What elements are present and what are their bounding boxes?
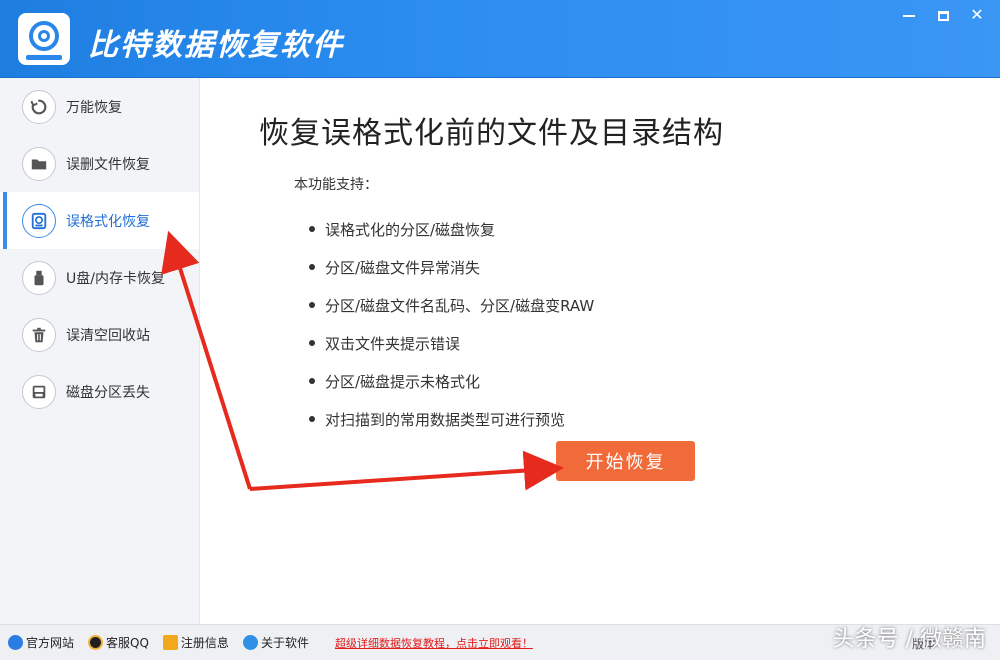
sidebar-item-universal-recovery[interactable]: 万能恢复 <box>0 78 199 135</box>
footer-link-label: 关于软件 <box>260 636 309 650</box>
info-globe-icon <box>242 635 258 650</box>
footer-link-label: 客服QQ <box>106 636 149 650</box>
watermark: 头条号 / 微赣南 <box>832 627 986 652</box>
sidebar-item-label: U盘/内存卡恢复 <box>66 270 165 287</box>
sidebar-item-usb-card[interactable]: U盘/内存卡恢复 <box>0 249 199 306</box>
sidebar-item-label: 万能恢复 <box>66 99 122 116</box>
sidebar-item-format-recovery[interactable]: 误格式化恢复 <box>0 192 199 249</box>
feature-list: 误格式化的分区/磁盘恢复 分区/磁盘文件异常消失 分区/磁盘文件名乱码、分区/磁… <box>309 210 594 438</box>
ie-globe-icon <box>8 635 23 650</box>
list-item: 双击文件夹提示错误 <box>309 324 594 362</box>
bullet-icon <box>309 378 315 384</box>
minimize-button[interactable] <box>894 4 924 26</box>
app-logo-icon <box>18 13 70 65</box>
feature-text: 误格式化的分区/磁盘恢复 <box>325 220 496 239</box>
format-disk-icon <box>22 203 56 238</box>
disk-partition-icon <box>22 374 56 409</box>
app-title: 比特数据恢复软件 <box>88 28 344 63</box>
sidebar-item-recycle-bin[interactable]: 误清空回收站 <box>0 306 199 363</box>
feature-text: 对扫描到的常用数据类型可进行预览 <box>325 410 566 429</box>
feature-text: 分区/磁盘文件异常消失 <box>325 258 481 277</box>
customer-qq-link[interactable]: 客服QQ <box>88 634 149 651</box>
pencil-icon <box>162 635 178 650</box>
sidebar-item-label: 误格式化恢复 <box>66 213 150 230</box>
tutorial-promo-link[interactable]: 超级详细数据恢复教程，点击立即观看！ <box>335 635 533 651</box>
main-panel: 恢复误格式化前的文件及目录结构 本功能支持： 误格式化的分区/磁盘恢复 分区/磁… <box>201 78 1000 624</box>
maximize-button[interactable] <box>928 4 958 26</box>
list-item: 分区/磁盘提示未格式化 <box>309 362 594 400</box>
support-title: 本功能支持： <box>294 177 378 193</box>
undo-circle-icon <box>22 89 56 124</box>
usb-drive-icon <box>22 260 56 295</box>
sidebar-item-partition-lost[interactable]: 磁盘分区丢失 <box>0 363 199 420</box>
trash-icon <box>22 317 56 352</box>
footer-link-label: 注册信息 <box>180 636 229 650</box>
about-software-link[interactable]: 关于软件 <box>242 634 309 651</box>
close-button[interactable]: ✕ <box>962 4 992 26</box>
bullet-icon <box>309 302 315 308</box>
list-item: 误格式化的分区/磁盘恢复 <box>309 210 594 248</box>
feature-text: 分区/磁盘提示未格式化 <box>325 372 481 391</box>
page-title: 恢复误格式化前的文件及目录结构 <box>259 116 724 151</box>
bullet-icon <box>309 340 315 346</box>
registration-info-link[interactable]: 注册信息 <box>162 634 229 651</box>
close-icon: ✕ <box>970 5 984 24</box>
sidebar-item-label: 误删文件恢复 <box>66 156 150 173</box>
list-item: 分区/磁盘文件名乱码、分区/磁盘变RAW <box>309 286 594 324</box>
feature-text: 双击文件夹提示错误 <box>325 334 461 353</box>
sidebar-item-deleted-files[interactable]: 误删文件恢复 <box>0 135 199 192</box>
bullet-icon <box>309 226 315 232</box>
maximize-icon <box>937 10 949 21</box>
feature-text: 分区/磁盘文件名乱码、分区/磁盘变RAW <box>325 296 595 315</box>
list-item: 分区/磁盘文件异常消失 <box>309 248 594 286</box>
sidebar-item-label: 磁盘分区丢失 <box>66 384 150 401</box>
start-recovery-button[interactable]: 开始恢复 <box>556 441 695 481</box>
footer-link-label: 官方网站 <box>26 636 75 650</box>
sidebar-item-label: 误清空回收站 <box>66 327 150 344</box>
qq-penguin-icon <box>88 635 104 650</box>
list-item: 对扫描到的常用数据类型可进行预览 <box>309 400 594 438</box>
folder-icon <box>22 146 56 181</box>
official-site-link[interactable]: 官方网站 <box>8 634 74 651</box>
title-bar: 比特数据恢复软件 ✕ <box>0 0 1000 78</box>
minimize-icon <box>903 14 915 17</box>
window-controls: ✕ <box>894 4 992 26</box>
bullet-icon <box>309 416 315 422</box>
bullet-icon <box>309 264 315 270</box>
sidebar: 万能恢复 误删文件恢复 误格式化恢复 U盘/内存卡恢复 误清空回收站 磁盘分区丢… <box>0 78 200 624</box>
